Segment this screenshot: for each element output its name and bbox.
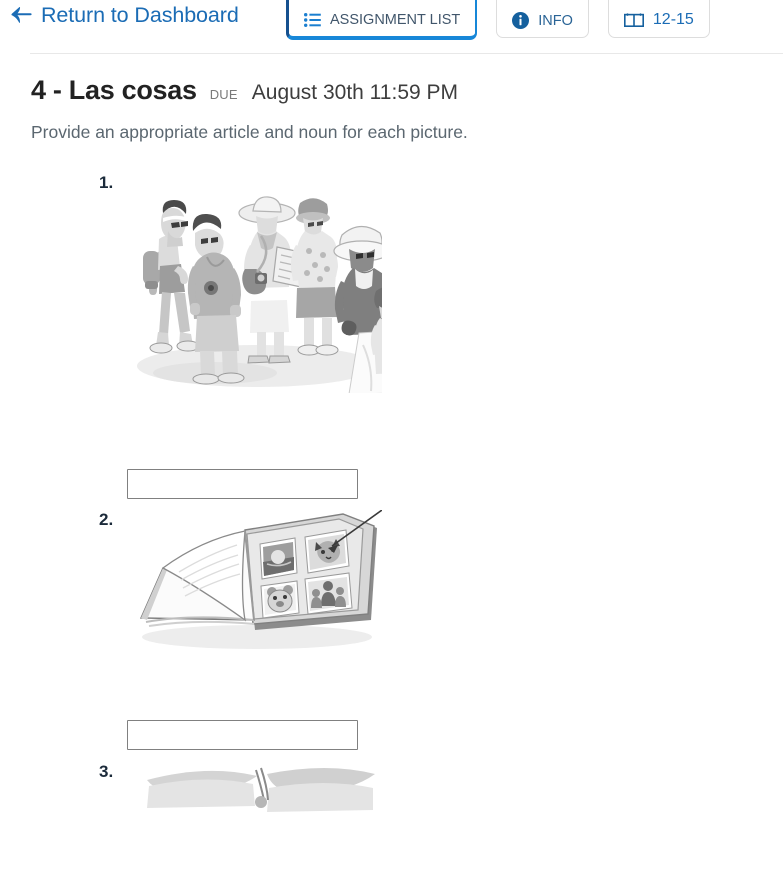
tourists-illustration (127, 173, 382, 393)
question-figure (127, 173, 783, 393)
question-item: 2. (0, 510, 783, 738)
tab-info-label: INFO (538, 12, 573, 29)
return-to-dashboard-link[interactable]: Return to Dashboard (10, 0, 239, 30)
question-figure (127, 510, 783, 660)
tab-assignment-list-label: ASSIGNMENT LIST (330, 12, 461, 28)
questions-list: 1. 2. 3. (0, 173, 783, 882)
tab-pages-12-15[interactable]: 12-15 (607, 0, 710, 38)
question-number: 3. (99, 762, 114, 781)
tab-pages-12-15-label: 12-15 (652, 11, 694, 28)
question-number: 2. (99, 510, 114, 529)
info-circle-icon (512, 12, 530, 29)
question-item: 1. (0, 173, 783, 493)
photo-album-illustration (127, 510, 382, 660)
return-to-dashboard-label: Return to Dashboard (41, 2, 239, 27)
due-label: DUE (209, 87, 238, 102)
assignment-content: 4 - Las cosas DUE August 30th 11:59 PM P… (0, 53, 783, 882)
back-arrow-icon (11, 7, 32, 23)
assignment-header: 4 - Las cosas DUE August 30th 11:59 PM (0, 53, 783, 106)
instructions-text: Provide an appropriate article and noun … (31, 122, 468, 142)
open-book-icon (623, 12, 644, 27)
tab-info[interactable]: INFO (496, 0, 589, 38)
question-number: 1. (99, 173, 114, 192)
header-tabs: ASSIGNMENT LIST INFO 12-15 (286, 0, 710, 40)
question-item: 3. (0, 762, 783, 882)
list-icon (304, 13, 321, 27)
page-title: 4 - Las cosas (31, 75, 197, 105)
partial-illustration (127, 762, 382, 882)
due-date: August 30th 11:59 PM (251, 81, 459, 104)
question-figure (127, 762, 783, 882)
top-bar: Return to Dashboard ASSIGNMENT LIST INFO… (0, 0, 783, 53)
tab-assignment-list[interactable]: ASSIGNMENT LIST (286, 0, 478, 40)
